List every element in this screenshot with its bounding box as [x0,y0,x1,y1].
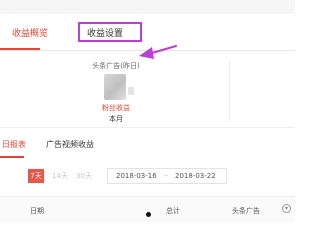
range-7-days-button[interactable]: 7天 [28,169,44,183]
summary-title: 头条广告(昨日) [92,62,140,70]
summary-divider [229,61,230,121]
subtab-ad-video-income[interactable]: 广告视频收益 [46,139,94,150]
tab-income-settings[interactable]: 收益设置 [87,26,123,39]
column-total: 总计 [166,207,180,215]
report-subtabs: 日报表 广告视频收益 [0,128,295,158]
column-toutiao-ad: 头条广告 [232,207,260,215]
filter-row: 7天 14天 30天 2018-03-16 - 2018-03-22 [0,165,295,191]
blurred-value-shade [128,87,134,95]
sort-icon[interactable]: ▾ [282,204,291,213]
income-summary: 头条广告(昨日) 粉丝收益 本月 [0,51,295,127]
top-strip [0,0,295,14]
subtab-active-underline [0,156,24,158]
income-tabs: 收益概览 收益设置 [0,14,295,59]
subtab-daily-report[interactable]: 日报表 [2,139,26,150]
tab-active-underline [0,48,40,50]
this-month-label: 本月 [109,115,123,123]
column-date: 日期 [30,207,44,215]
date-start: 2018-03-16 [116,172,157,180]
date-range-picker[interactable]: 2018-03-16 - 2018-03-22 [107,168,227,184]
cursor-dot [146,212,151,217]
date-separator: - [165,172,168,180]
range-30-days-button[interactable]: 30天 [76,169,92,183]
tab-income-overview[interactable]: 收益概览 [12,26,48,39]
range-14-days-button[interactable]: 14天 [52,169,68,183]
date-end: 2018-03-22 [175,172,216,180]
fans-income-label: 粉丝收益 [102,104,130,112]
blurred-value-icon [104,74,126,100]
table-header: 日期 总计 头条广告 ▾ [0,196,295,222]
